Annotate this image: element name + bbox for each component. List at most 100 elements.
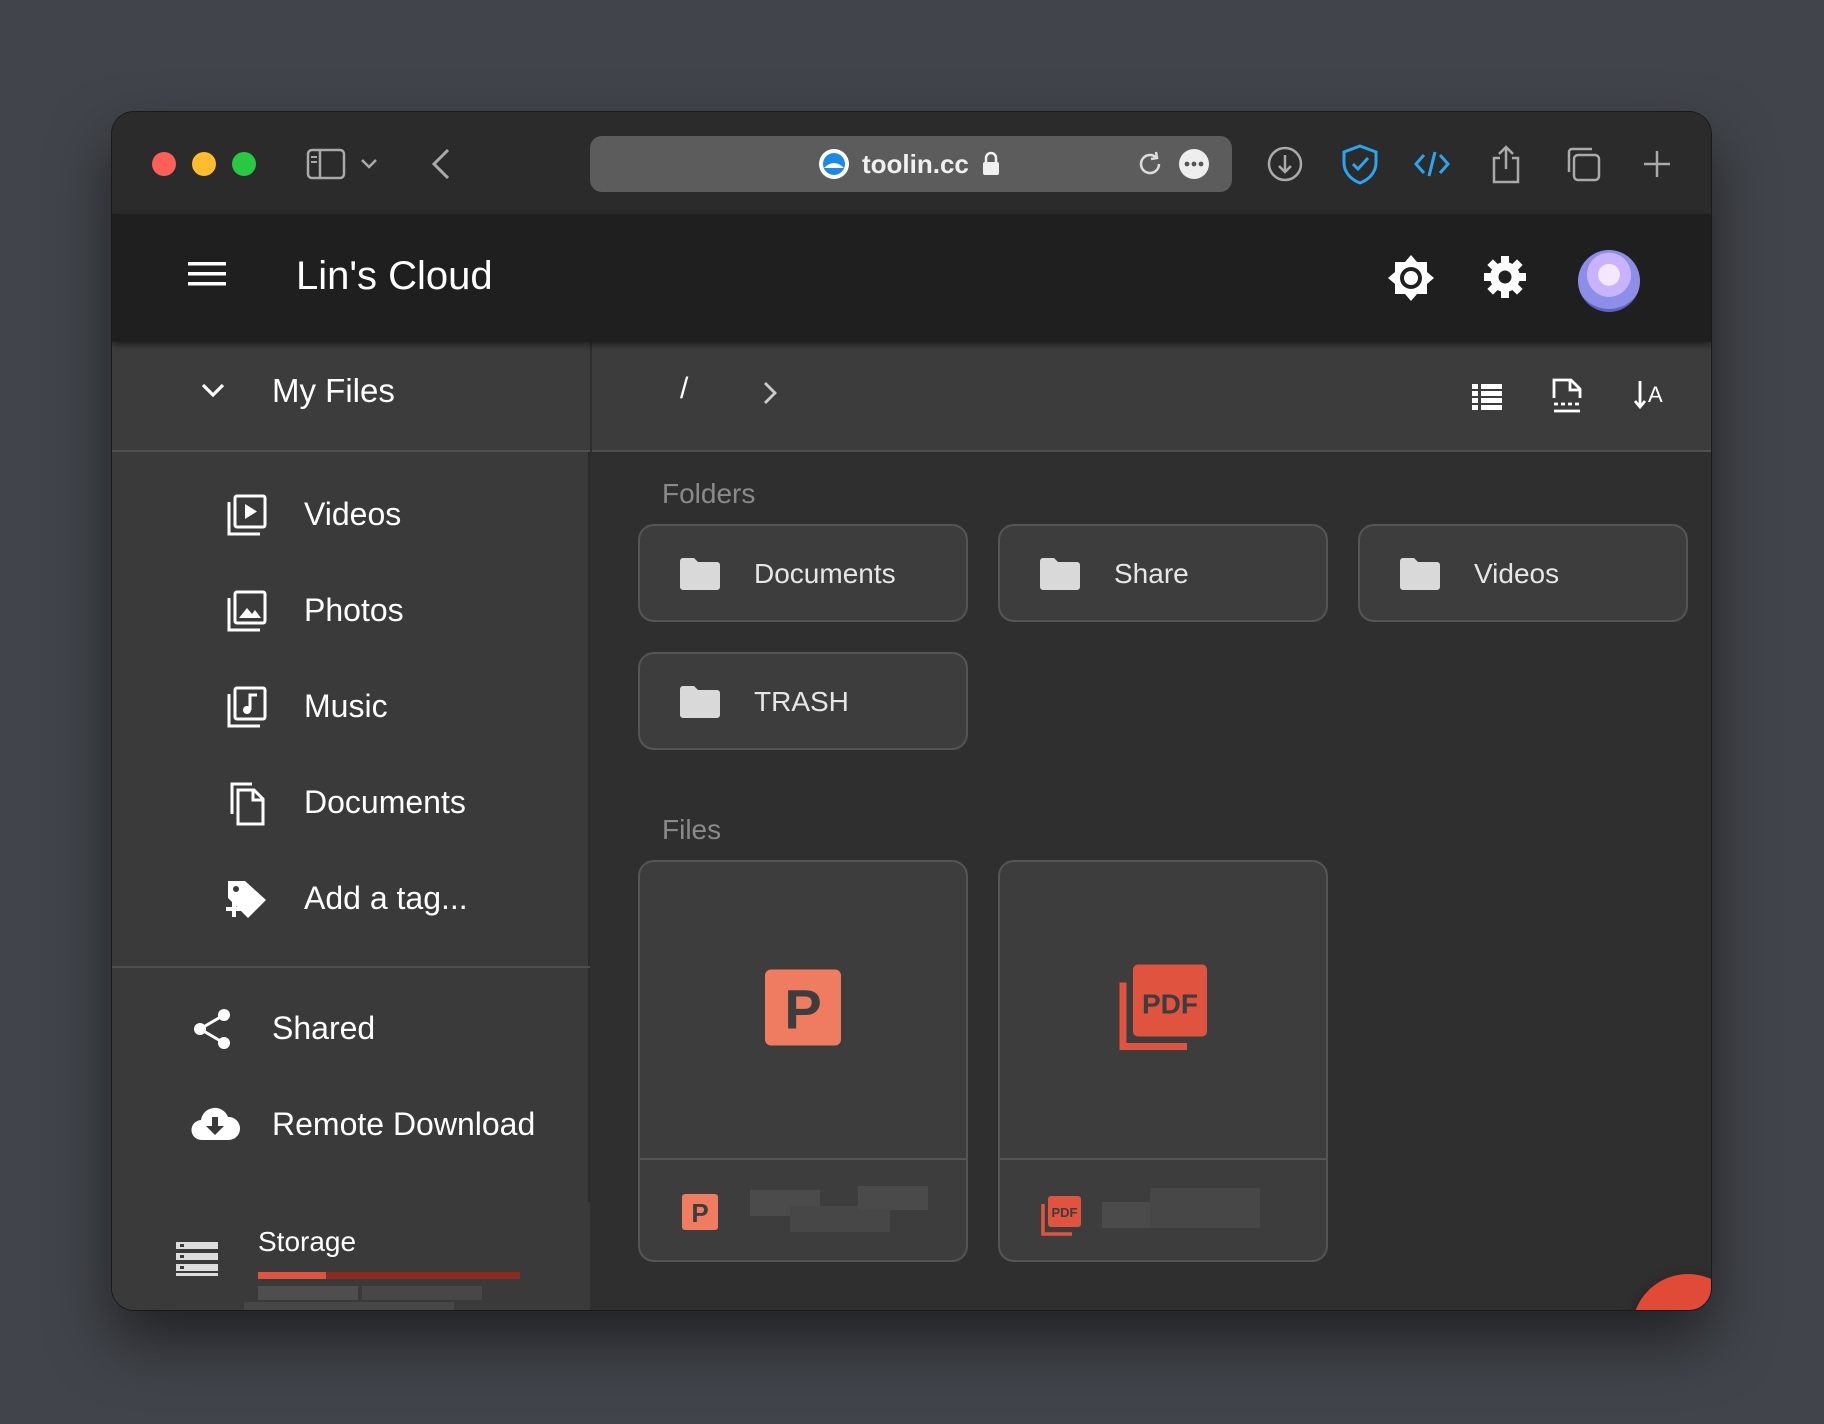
sidebar: My Files Videos Photos Music Documents A… — [112, 342, 590, 1310]
pdf-file-icon: PDF — [1040, 1194, 1082, 1241]
brightness-icon[interactable] — [1387, 254, 1435, 307]
folder-name: Videos — [1474, 558, 1560, 589]
folders-section-title: Folders — [662, 478, 756, 509]
url-text: toolin.cc — [862, 148, 969, 179]
sidebar-divider — [112, 966, 590, 968]
storage-progress-fill — [258, 1272, 327, 1279]
file-info: P — [640, 1162, 966, 1260]
folder-name: Documents — [754, 558, 896, 589]
main-content: / A Folders Documents Share Videos TRASH… — [592, 342, 1711, 1310]
pdf-file-icon: PDF — [1119, 964, 1207, 1056]
minimize-window-button[interactable] — [192, 152, 216, 176]
storage-usage-redacted — [362, 1286, 482, 1300]
sidebar-header-label: My Files — [272, 372, 395, 409]
storage-usage-redacted — [258, 1286, 358, 1300]
sidebar-item-shared[interactable]: Shared — [112, 988, 590, 1068]
folder-card[interactable]: TRASH — [638, 652, 968, 750]
folder-card[interactable]: Share — [998, 524, 1328, 622]
sort-icon[interactable]: A — [1633, 378, 1666, 417]
sidebar-item-label: Videos — [304, 496, 402, 532]
sidebar-item-videos[interactable]: Videos — [112, 474, 590, 554]
pdf-file-icon-label: PDF — [1052, 1205, 1078, 1220]
ppt-file-icon-letter: P — [784, 978, 821, 1041]
folder-card[interactable]: Videos — [1358, 524, 1688, 622]
sidebar-item-label: Shared — [272, 1010, 376, 1046]
file-info: PDF — [1000, 1162, 1326, 1260]
close-window-button[interactable] — [152, 152, 176, 176]
file-name-redacted — [1150, 1188, 1260, 1228]
menu-icon[interactable] — [188, 260, 226, 293]
app-header: Lin's Cloud — [112, 214, 1711, 342]
sidebar-item-photos[interactable]: Photos — [112, 570, 590, 650]
chevron-down-icon[interactable] — [360, 142, 378, 186]
storage-icon — [176, 1242, 218, 1281]
folder-icon — [680, 558, 720, 595]
shield-icon[interactable] — [1340, 142, 1380, 186]
address-bar[interactable]: toolin.cc — [590, 136, 1232, 192]
breadcrumb: / A — [592, 342, 1711, 452]
music-library-icon — [224, 684, 270, 730]
folder-icon — [1400, 558, 1440, 595]
storage-usage-redacted — [244, 1302, 454, 1310]
list-view-icon[interactable] — [1472, 384, 1502, 415]
chevron-down-icon — [200, 382, 226, 403]
share-icon[interactable] — [1490, 142, 1522, 186]
video-library-icon — [224, 492, 270, 538]
photo-library-icon — [224, 588, 270, 634]
tabs-icon[interactable] — [1564, 142, 1602, 186]
file-card[interactable]: PDF PDF — [998, 860, 1328, 1262]
file-preview: PDF — [1000, 862, 1326, 1160]
new-tab-icon[interactable] — [1642, 142, 1672, 186]
storage-panel[interactable]: Storage — [112, 1202, 590, 1310]
browser-window: toolin.cc Lin's Cloud My Files Videos Ph… — [112, 112, 1711, 1310]
add-tag-icon — [224, 876, 270, 922]
sidebar-item-label: Remote Download — [272, 1106, 536, 1142]
sidebar-icon[interactable] — [306, 142, 346, 186]
chevron-right-icon[interactable] — [762, 380, 778, 411]
app-title: Lin's Cloud — [296, 254, 493, 298]
sidebar-item-documents[interactable]: Documents — [112, 762, 590, 842]
code-icon[interactable] — [1414, 142, 1450, 186]
settings-icon[interactable] — [1482, 254, 1528, 305]
svg-text:A: A — [1648, 382, 1663, 407]
sidebar-item-remote-download[interactable]: Remote Download — [112, 1084, 590, 1164]
documents-icon — [224, 780, 270, 826]
ppt-file-icon: P — [765, 969, 841, 1051]
download-icon[interactable] — [1266, 142, 1304, 186]
folder-name: TRASH — [754, 686, 849, 717]
more-icon[interactable] — [1178, 148, 1210, 180]
share-icon — [190, 1006, 236, 1052]
add-button[interactable] — [1632, 1274, 1711, 1310]
sidebar-item-add-tag[interactable]: Add a tag... — [112, 858, 590, 938]
cloud-download-icon — [190, 1102, 241, 1148]
pdf-file-icon-label: PDF — [1142, 989, 1198, 1020]
ppt-file-icon: P — [682, 1194, 718, 1235]
browser-toolbar: toolin.cc — [112, 112, 1711, 214]
sidebar-item-label: Photos — [304, 592, 404, 628]
maximize-window-button[interactable] — [232, 152, 256, 176]
back-icon[interactable] — [430, 142, 452, 186]
file-card[interactable]: P P — [638, 860, 968, 1262]
sidebar-item-label: Music — [304, 688, 388, 724]
site-favicon-icon — [819, 149, 849, 179]
folder-name: Share — [1114, 558, 1189, 589]
breadcrumb-root[interactable]: / — [680, 372, 688, 406]
sidebar-item-label: Documents — [304, 784, 466, 820]
sidebar-item-label: Add a tag... — [304, 880, 468, 916]
folder-icon — [1040, 558, 1080, 595]
reload-icon[interactable] — [1136, 150, 1164, 178]
address-site: toolin.cc — [818, 148, 1001, 180]
storage-label: Storage — [258, 1226, 357, 1257]
select-icon[interactable] — [1552, 378, 1582, 419]
sidebar-my-files-header[interactable]: My Files — [112, 342, 590, 452]
lock-icon — [982, 151, 999, 175]
files-section-title: Files — [662, 814, 722, 845]
file-preview: P — [640, 862, 966, 1160]
storage-progress-bar — [258, 1272, 520, 1279]
ppt-file-icon-letter: P — [691, 1198, 708, 1228]
folder-icon — [680, 686, 720, 723]
avatar[interactable] — [1578, 250, 1640, 312]
file-name-redacted — [858, 1186, 928, 1210]
folder-card[interactable]: Documents — [638, 524, 968, 622]
sidebar-item-music[interactable]: Music — [112, 666, 590, 746]
